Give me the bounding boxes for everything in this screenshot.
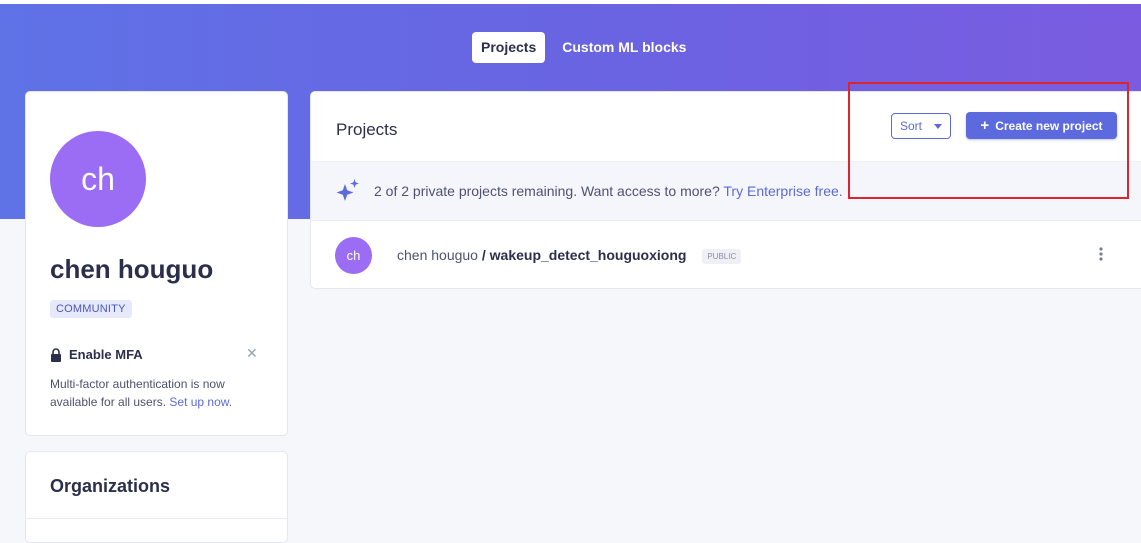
- main-tabs: Projects Custom ML blocks: [472, 32, 695, 63]
- lock-icon: [51, 347, 61, 362]
- project-path: chen houguo / wakeup_detect_houguoxiong …: [397, 247, 742, 264]
- notice-text: 2 of 2 private projects remaining. Want …: [374, 183, 720, 199]
- project-row[interactable]: ch chen houguo / wakeup_detect_houguoxio…: [311, 220, 1141, 288]
- mfa-title: Enable MFA: [50, 347, 143, 362]
- sort-label: Sort: [900, 119, 923, 133]
- divider: [26, 518, 287, 519]
- notice-text-line: 2 of 2 private projects remaining. Want …: [374, 183, 843, 199]
- projects-card: Projects Sort + Create new project 2 of …: [310, 91, 1141, 289]
- close-icon[interactable]: ✕: [246, 346, 258, 360]
- chevron-down-icon: [934, 124, 942, 129]
- organizations-card: Organizations: [25, 451, 288, 543]
- plus-icon: +: [980, 116, 990, 134]
- visibility-badge: PUBLIC: [702, 248, 742, 264]
- tab-custom-ml-blocks[interactable]: Custom ML blocks: [553, 32, 695, 63]
- mfa-title-label: Enable MFA: [69, 347, 143, 362]
- tab-projects[interactable]: Projects: [472, 32, 546, 63]
- more-options-icon[interactable]: [1098, 247, 1104, 261]
- organizations-title: Organizations: [50, 476, 171, 496]
- create-new-project-button[interactable]: + Create new project: [966, 112, 1117, 139]
- mfa-description: Multi-factor authentication is now avail…: [50, 375, 260, 411]
- create-project-label: Create new project: [995, 118, 1103, 133]
- profile-name: chen houguo: [50, 254, 214, 284]
- setup-mfa-link[interactable]: Set up now: [169, 395, 228, 409]
- path-separator: /: [481, 247, 486, 263]
- try-enterprise-link[interactable]: Try Enterprise free.: [723, 183, 842, 199]
- profile-card: ch chen houguo COMMUNITY Enable MFA ✕ Mu…: [25, 91, 288, 436]
- avatar[interactable]: ch: [335, 237, 372, 274]
- sparkle-icon: [336, 179, 359, 201]
- mfa-link-suffix: .: [228, 395, 233, 409]
- tier-badge: COMMUNITY: [50, 300, 132, 318]
- project-name-link[interactable]: wakeup_detect_houguoxiong: [490, 247, 687, 263]
- project-owner[interactable]: chen houguo: [397, 247, 478, 263]
- upgrade-notice: 2 of 2 private projects remaining. Want …: [311, 161, 1141, 221]
- projects-title: Projects: [336, 120, 398, 139]
- avatar[interactable]: ch: [50, 131, 146, 227]
- sort-dropdown[interactable]: Sort: [891, 113, 951, 139]
